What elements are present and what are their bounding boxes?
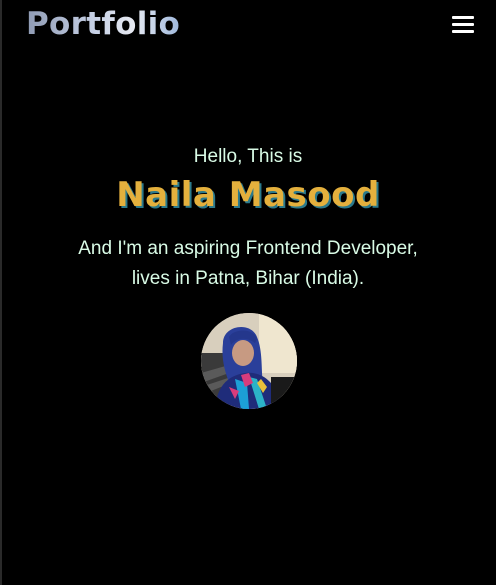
profile-avatar (201, 313, 297, 409)
navbar: Portfolio (0, 0, 496, 52)
hamburger-menu-icon[interactable] (452, 16, 474, 34)
brand-logo[interactable]: Portfolio (26, 6, 180, 43)
tagline-line-1: And I'm an aspiring Frontend Developer, (78, 238, 418, 259)
tagline-line-2: lives in Patna, Bihar (India). (131, 268, 365, 289)
person-name: Naila Masood (116, 175, 380, 215)
greeting-text: Hello, This is (193, 146, 303, 167)
tagline: And I'm an aspiring Frontend Developer, … (0, 234, 496, 294)
